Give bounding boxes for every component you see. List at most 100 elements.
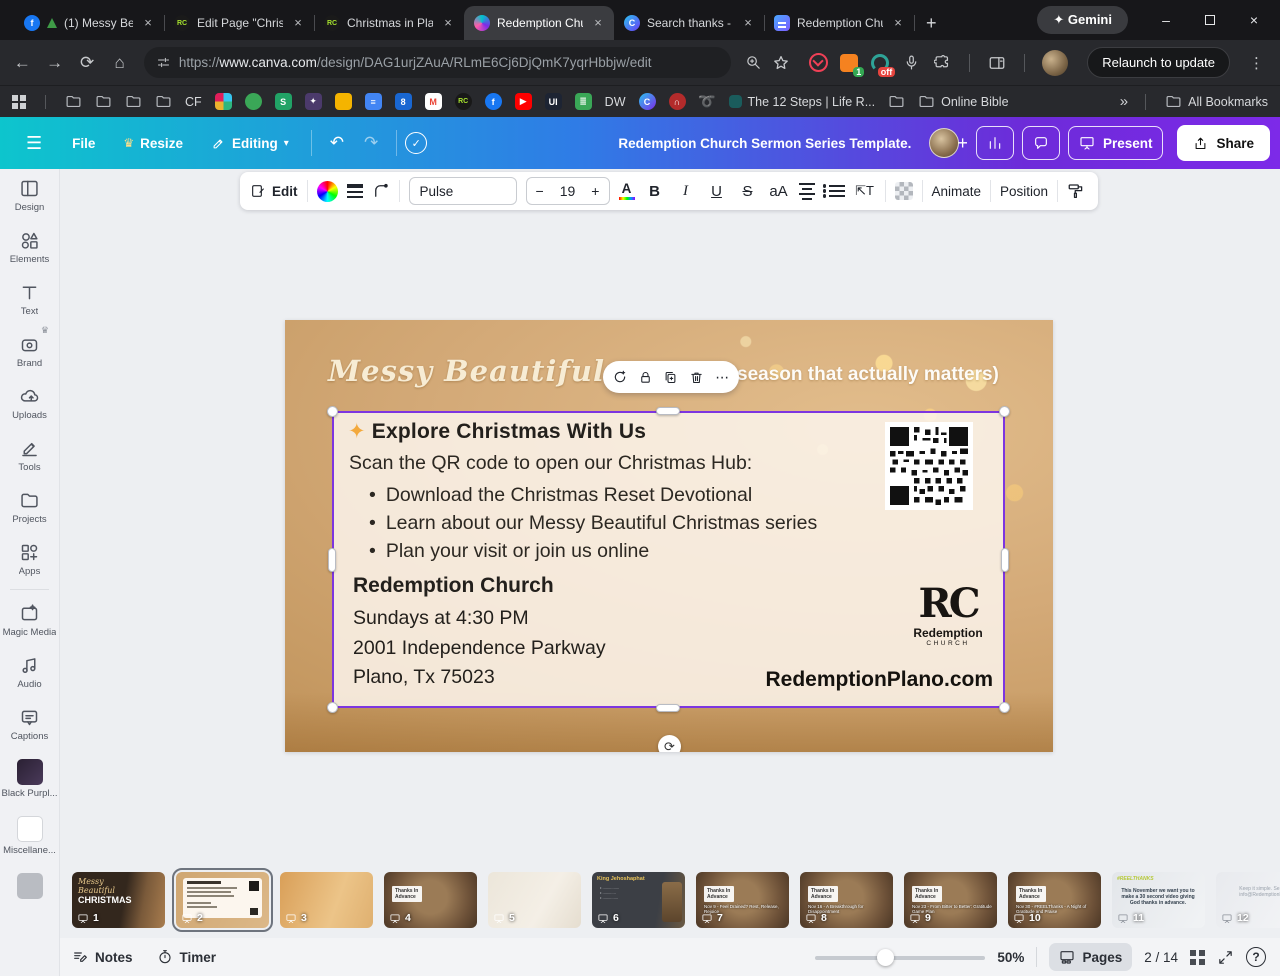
transparency-button[interactable] bbox=[895, 182, 913, 200]
extension-off-icon[interactable]: off bbox=[870, 53, 890, 73]
sidebar-item-tools[interactable]: Tools bbox=[0, 429, 59, 481]
gemini-button[interactable]: ✦ Gemini bbox=[1037, 6, 1128, 34]
undo-icon[interactable]: ↶ bbox=[320, 133, 354, 153]
underline-button[interactable]: U bbox=[706, 183, 728, 200]
browser-profile-avatar[interactable] bbox=[1042, 50, 1068, 76]
folder-icon[interactable] bbox=[125, 93, 142, 110]
url-field[interactable]: https://www.canva.com/design/DAG1urjZAuA… bbox=[144, 47, 731, 78]
resize-handle-right[interactable] bbox=[1001, 548, 1009, 572]
info-text-box[interactable]: ✦Explore Christmas With Us Scan the QR c… bbox=[332, 411, 1005, 708]
menu-icon[interactable]: ☰ bbox=[10, 133, 58, 154]
all-bookmarks-button[interactable]: All Bookmarks bbox=[1165, 93, 1268, 110]
microphone-icon[interactable] bbox=[901, 53, 921, 73]
tab-facebook[interactable]: f (1) Messy Be... × bbox=[14, 6, 164, 40]
page-thumbnail-8[interactable]: Thanks In Advance Nov 16 - A Breakthroug… bbox=[800, 872, 893, 928]
site-info-icon[interactable] bbox=[156, 55, 171, 70]
grid-view-icon[interactable] bbox=[1190, 950, 1205, 965]
tab-redemption-doc[interactable]: Redemption Chu... × bbox=[764, 6, 914, 40]
page-thumbnail-10[interactable]: Thanks In Advance Nov 30 - #REELThanks -… bbox=[1008, 872, 1101, 928]
timer-button[interactable]: Timer bbox=[145, 949, 229, 965]
font-size-value[interactable]: 19 bbox=[560, 183, 576, 199]
comment-icon[interactable] bbox=[611, 368, 629, 386]
bookmark-dw[interactable]: DW bbox=[605, 95, 626, 109]
zoom-slider[interactable] bbox=[815, 949, 985, 965]
duplicate-icon[interactable] bbox=[662, 368, 680, 386]
minimize-button[interactable]: – bbox=[1146, 0, 1186, 40]
list-button[interactable] bbox=[829, 185, 845, 197]
folder-icon[interactable] bbox=[155, 93, 172, 110]
close-tab-icon[interactable]: × bbox=[740, 15, 756, 31]
fullscreen-icon[interactable] bbox=[1217, 949, 1234, 966]
zoom-search-icon[interactable] bbox=[745, 54, 762, 71]
keep-icon[interactable] bbox=[335, 93, 352, 110]
sidebar-item-design[interactable]: Design bbox=[0, 169, 59, 221]
page-thumbnail-12[interactable]: Keep it simple. Send to info@RedemptionP… bbox=[1216, 872, 1280, 928]
page-thumbnail-3[interactable]: 3 bbox=[280, 872, 373, 928]
bookmark-cf[interactable]: CF bbox=[185, 95, 202, 109]
present-button[interactable]: Present bbox=[1068, 126, 1164, 160]
pocket-extension-icon[interactable] bbox=[808, 53, 828, 73]
canva-bookmark-icon[interactable]: C bbox=[639, 93, 656, 110]
youtube-icon[interactable]: ▶ bbox=[515, 93, 532, 110]
page-thumbnail-6[interactable]: King Jehoshaphat • ............... • ...… bbox=[592, 872, 685, 928]
sidebar-item-brand[interactable]: ♛ Brand bbox=[0, 325, 59, 377]
editing-mode-menu[interactable]: Editing ▾ bbox=[197, 136, 303, 151]
notes-button[interactable]: Notes bbox=[60, 949, 145, 965]
italic-button[interactable]: I bbox=[675, 183, 697, 200]
font-family-select[interactable]: Pulse bbox=[409, 177, 517, 205]
relaunch-button[interactable]: Relaunch to update bbox=[1087, 47, 1230, 78]
folder-icon[interactable] bbox=[65, 93, 82, 110]
home-icon[interactable]: ⌂ bbox=[105, 48, 133, 78]
sidebar-item-uploads[interactable]: Uploads bbox=[0, 377, 59, 429]
extension-icon[interactable]: 1 bbox=[839, 53, 859, 73]
sidebar-item-magic-media[interactable]: Magic Media bbox=[0, 594, 59, 646]
tree-bookmark-icon[interactable]: ✦ bbox=[305, 93, 322, 110]
list-icon[interactable]: ≣ bbox=[575, 93, 592, 110]
close-tab-icon[interactable]: × bbox=[590, 15, 606, 31]
rotate-handle[interactable]: ⟳ bbox=[658, 735, 681, 752]
sidebar-item-black-purple[interactable]: Black Purpl... bbox=[0, 750, 59, 807]
close-tab-icon[interactable]: × bbox=[440, 15, 456, 31]
design-page[interactable]: Messy BeautifulCHRI season that actually… bbox=[285, 320, 1053, 752]
font-size-increase[interactable]: + bbox=[591, 183, 599, 199]
ui-icon[interactable]: UI bbox=[545, 93, 562, 110]
resize-handle-nw[interactable] bbox=[327, 406, 338, 417]
collaborators[interactable]: + bbox=[929, 128, 968, 158]
apps-grid-icon[interactable] bbox=[12, 95, 26, 109]
reload-icon[interactable]: ⟳ bbox=[73, 48, 101, 78]
tab-canva-active[interactable]: Redemption Chu... × bbox=[464, 6, 614, 40]
gloo-icon[interactable] bbox=[245, 93, 262, 110]
page-thumbnail-11[interactable]: #REELTHANKS This November we want you to… bbox=[1112, 872, 1205, 928]
share-button[interactable]: Share bbox=[1177, 125, 1270, 161]
sheets-icon[interactable]: S bbox=[275, 93, 292, 110]
page-thumbnail-5[interactable]: 5 bbox=[488, 872, 581, 928]
page-thumbnail-4[interactable]: Thanks In Advance 4 bbox=[384, 872, 477, 928]
insights-button[interactable] bbox=[976, 126, 1014, 160]
resize-handle-se[interactable] bbox=[999, 702, 1010, 713]
close-tab-icon[interactable]: × bbox=[890, 15, 906, 31]
forward-icon[interactable]: → bbox=[40, 48, 68, 78]
spacing-button[interactable]: ⇱T bbox=[854, 183, 876, 199]
tab-search-thanks[interactable]: C Search thanks - ... × bbox=[614, 6, 764, 40]
zoom-slider-knob[interactable] bbox=[877, 949, 894, 966]
folder-icon[interactable] bbox=[888, 93, 905, 110]
design-title[interactable]: Redemption Church Sermon Series Template… bbox=[618, 136, 911, 151]
sidebar-item-elements[interactable]: Elements bbox=[0, 221, 59, 273]
side-panel-icon[interactable] bbox=[987, 53, 1007, 73]
more-options-icon[interactable]: ⋯ bbox=[713, 368, 731, 386]
resize-menu[interactable]: ♛ Resize bbox=[109, 136, 197, 151]
extensions-puzzle-icon[interactable] bbox=[932, 53, 952, 73]
text-color-button[interactable]: A bbox=[619, 182, 635, 200]
sidebar-item-miscellaneous[interactable]: Miscellane... bbox=[0, 807, 59, 864]
facebook-bookmark-icon[interactable]: f bbox=[485, 93, 502, 110]
strikethrough-button[interactable]: S bbox=[737, 183, 759, 200]
bookmarks-overflow-icon[interactable]: » bbox=[1120, 93, 1126, 110]
back-icon[interactable]: ← bbox=[8, 48, 36, 78]
page-thumbnail-2-selected[interactable]: 2 bbox=[176, 872, 269, 928]
invite-plus-icon[interactable]: + bbox=[957, 133, 968, 154]
alignment-button[interactable] bbox=[799, 183, 815, 200]
slack-icon[interactable] bbox=[215, 93, 232, 110]
user-avatar[interactable] bbox=[929, 128, 959, 158]
text-case-button[interactable]: aA bbox=[768, 183, 790, 200]
swirl-icon[interactable]: ➰ bbox=[699, 93, 716, 110]
